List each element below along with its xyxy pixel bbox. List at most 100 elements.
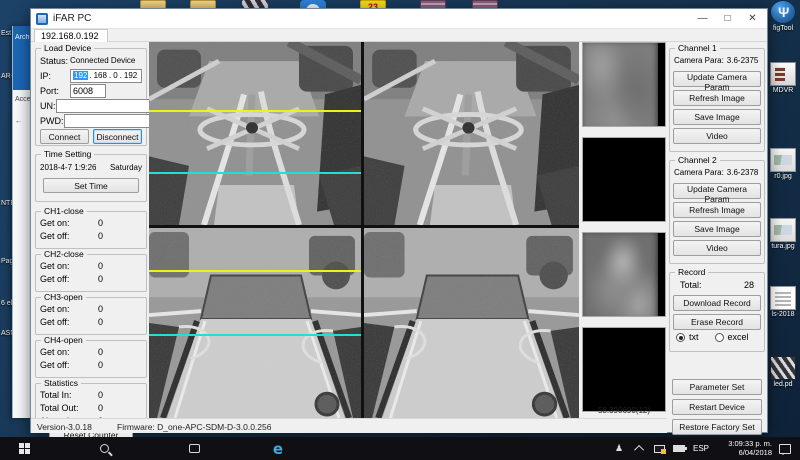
desktop-icon-mdvr[interactable]: MDVR (766, 62, 800, 94)
document-file-icon (770, 286, 796, 310)
tray-battery-icon[interactable] (670, 437, 688, 460)
parameter-set-button[interactable]: Parameter Set (672, 379, 762, 395)
group-title: CH3-open (41, 292, 86, 302)
get-off-label: Get off: (40, 231, 70, 241)
ip-octet-1[interactable]: 192 (73, 71, 88, 80)
tray-display-lock-icon[interactable] (650, 437, 668, 460)
desktop-label[interactable]: Est (1, 30, 11, 37)
record-group: Record Total: 28 Download Record Erase R… (669, 272, 765, 352)
get-off-value: 0 (98, 360, 103, 370)
ip-octet-2[interactable]: 168 (93, 71, 108, 80)
desktop-icon-document[interactable]: ls-2018 (766, 286, 800, 318)
tab-device-ip[interactable]: 192.168.0.192 (34, 29, 108, 42)
total-out-value: 0 (98, 403, 103, 413)
device-weekday: Saturday (110, 163, 142, 172)
camera-param-value: 3.6-2375 (727, 56, 759, 65)
status-label: Status: (40, 56, 70, 66)
ifar-pc-window: iFAR PC — □ ✕ 192.168.0.192 Load Device … (30, 8, 768, 433)
count-line-yellow (149, 110, 361, 112)
desktop-label[interactable]: 6 el (1, 300, 12, 307)
camera-control-panel: Channel 1 Camera Para: 3.6-2375 Update C… (669, 42, 765, 418)
save-image-button-ch2[interactable]: Save Image (673, 221, 761, 237)
group-title: CH4-open (41, 335, 86, 345)
desktop-icon-image1[interactable]: r0.jpg (766, 148, 800, 180)
tray-app-icon[interactable]: ♟ (610, 437, 628, 460)
refresh-image-button-ch1[interactable]: Refresh Image (673, 90, 761, 106)
image-file-icon (770, 218, 796, 242)
get-off-value: 0 (98, 317, 103, 327)
total-in-value: 0 (98, 390, 103, 400)
get-on-value: 0 (98, 347, 103, 357)
group-title: CH1-close (41, 206, 87, 216)
tab-strip: 192.168.0.192 (31, 29, 767, 42)
taskbar-clock[interactable]: 3:09:33 p. m. 6/04/2018 (728, 439, 772, 457)
device-datetime: 2018-4-7 1:9:26 (40, 163, 97, 172)
maximize-button[interactable]: □ (715, 9, 740, 28)
disconnect-button[interactable]: Disconnect (93, 129, 142, 144)
restore-factory-set-button[interactable]: Restore Factory Set (672, 419, 762, 435)
port-input[interactable] (70, 84, 106, 98)
search-icon (100, 444, 109, 453)
app-icon (36, 13, 48, 25)
firmware-text: Firmware: D_one-APC-SDM-D-3.0.0.256 (117, 422, 271, 432)
get-on-value: 0 (98, 261, 103, 271)
ip-octet-4[interactable]: 192 (123, 71, 138, 80)
desktop-icon-image2[interactable]: tura.jpg (766, 218, 800, 250)
edge-taskbar-button[interactable]: e (266, 437, 290, 460)
desktop-icon-label: MDVR (766, 87, 800, 94)
display-icon (654, 445, 665, 453)
ip-address-input[interactable]: 192.168.0.192 (70, 69, 142, 83)
close-button[interactable]: ✕ (740, 9, 765, 28)
language-indicator[interactable]: ESP (690, 437, 712, 460)
connection-status-value: Connected Device (70, 56, 135, 65)
excel-radio[interactable] (715, 333, 724, 342)
background-explorer-window[interactable]: Arch Acce ← (12, 26, 30, 418)
task-view-button[interactable] (182, 437, 206, 460)
configtool-logo-icon (770, 0, 796, 24)
person-icon: ♟ (615, 443, 623, 454)
get-off-label: Get off: (40, 317, 70, 327)
video-button-ch2[interactable]: Video (673, 240, 761, 256)
desktop-icon-label: led.pd (766, 381, 800, 388)
title-bar[interactable]: iFAR PC — □ ✕ (31, 9, 767, 29)
group-title: CH2-close (41, 249, 87, 259)
record-total-value: 28 (744, 280, 754, 290)
connect-button[interactable]: Connect (40, 129, 89, 144)
taskbar: e ♟ ESP 3:09:33 p. m. 6/04/2018 (0, 437, 800, 460)
restart-device-button[interactable]: Restart Device (672, 399, 762, 415)
tab-content: Load Device Status: Connected Device IP:… (31, 42, 767, 418)
desktop-icon-label: r0.jpg (766, 173, 800, 180)
desktop-icon-configtool[interactable]: figTool (766, 0, 800, 32)
tray-show-hidden-button[interactable] (632, 437, 648, 460)
explorer-menu-fragment: Arch (15, 34, 31, 41)
txt-radio[interactable] (676, 333, 685, 342)
txt-radio-label[interactable]: txt (689, 332, 699, 342)
password-label: PWD: (40, 116, 64, 126)
update-camera-param-button-ch1[interactable]: Update Camera Param (673, 71, 761, 87)
video-button-ch1[interactable]: Video (673, 128, 761, 144)
download-record-button[interactable]: Download Record (673, 295, 761, 311)
camera-param-value: 3.6-2378 (727, 168, 759, 177)
save-image-button-ch1[interactable]: Save Image (673, 109, 761, 125)
window-title: iFAR PC (53, 13, 91, 24)
set-time-button[interactable]: Set Time (43, 178, 139, 193)
desktop-icon-media[interactable]: led.pd (766, 356, 800, 388)
back-arrow-icon[interactable]: ← (15, 118, 31, 125)
frame-info-text: 58.390690(12) (579, 406, 669, 415)
update-camera-param-button-ch2[interactable]: Update Camera Param (673, 183, 761, 199)
refresh-image-button-ch2[interactable]: Refresh Image (673, 202, 761, 218)
start-button[interactable] (12, 437, 36, 460)
minimize-button[interactable]: — (690, 9, 715, 28)
get-on-label: Get on: (40, 304, 70, 314)
clock-time: 3:09:33 p. m. (728, 439, 772, 448)
excel-radio-label[interactable]: excel (728, 332, 749, 342)
taskbar-search-button[interactable] (92, 437, 116, 460)
total-in-label: Total In: (40, 390, 82, 400)
erase-record-button[interactable]: Erase Record (673, 314, 761, 330)
language-code: ESP (693, 444, 709, 453)
load-device-group: Load Device Status: Connected Device IP:… (35, 48, 147, 146)
snapshot-strip (581, 42, 667, 418)
mdvr-app-icon (770, 62, 796, 86)
action-center-button[interactable] (776, 437, 794, 460)
camera-param-label: Camera Para: (674, 56, 724, 65)
